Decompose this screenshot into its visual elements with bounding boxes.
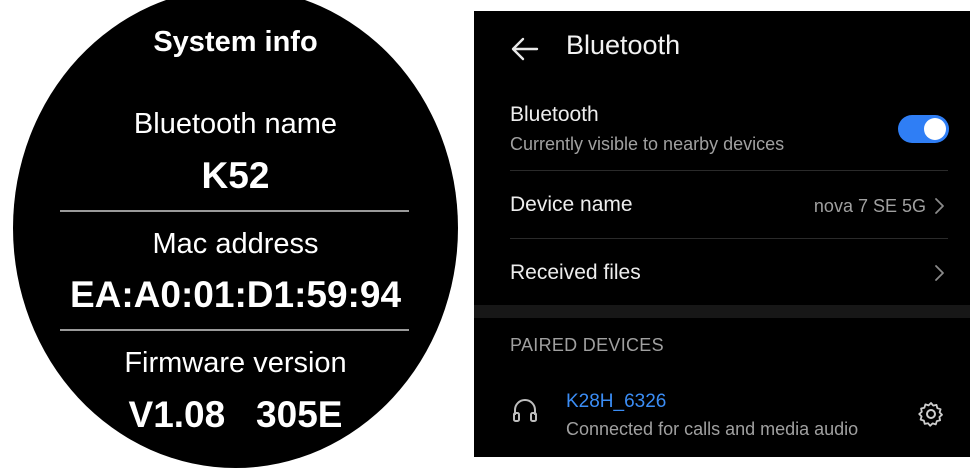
- paired-device-status: Connected for calls and media audio: [566, 419, 859, 439]
- watch-title: System info: [153, 26, 318, 58]
- app-bar: Bluetooth: [474, 11, 970, 83]
- bluetooth-settings-screen: Bluetooth Bluetooth Currently visible to…: [474, 11, 970, 457]
- chevron-right-icon: [935, 265, 944, 281]
- paired-devices-header: PAIRED DEVICES: [510, 335, 664, 355]
- page-title: Bluetooth: [566, 30, 681, 60]
- mac-address-value: EA:A0:01:D1:59:94: [69, 274, 402, 315]
- watch-divider: [60, 210, 409, 212]
- paired-device-name: K28H_6326: [566, 391, 667, 412]
- chevron-right-icon: [935, 198, 944, 214]
- bluetooth-name-label: Bluetooth name: [133, 108, 338, 140]
- watch-screen: System info Bluetooth name K52 Mac addre…: [13, 0, 458, 468]
- firmware-version-value: V1.08 305E: [128, 394, 343, 435]
- bluetooth-row-title: Bluetooth: [510, 103, 599, 126]
- watch-divider: [60, 329, 409, 331]
- device-name-row[interactable]: Device name nova 7 SE 5G: [474, 171, 970, 237]
- firmware-version-label: Firmware version: [124, 347, 347, 379]
- bluetooth-toggle-row[interactable]: Bluetooth Currently visible to nearby de…: [474, 101, 970, 169]
- section-separator: [474, 305, 970, 318]
- device-name-title: Device name: [510, 193, 633, 216]
- headset-icon: [513, 399, 537, 422]
- received-files-row[interactable]: Received files: [474, 239, 970, 303]
- bluetooth-toggle[interactable]: [898, 115, 949, 143]
- gear-icon[interactable]: [917, 400, 945, 428]
- device-name-value: nova 7 SE 5G: [813, 196, 926, 216]
- paired-device-row[interactable]: [474, 381, 970, 451]
- bluetooth-row-subtitle: Currently visible to nearby devices: [510, 134, 785, 154]
- back-arrow-icon[interactable]: [507, 31, 543, 67]
- mac-address-label: Mac address: [152, 228, 319, 260]
- bluetooth-name-value: K52: [201, 155, 270, 196]
- toggle-knob: [924, 118, 946, 140]
- received-files-title: Received files: [510, 261, 641, 284]
